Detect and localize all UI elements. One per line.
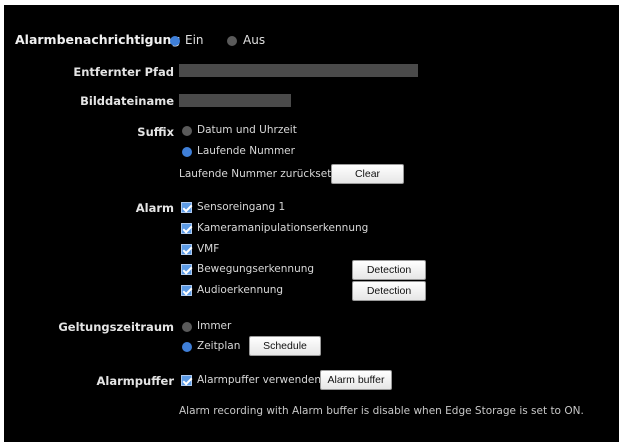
schedule-button[interactable]: Schedule (249, 336, 321, 356)
validity-label: Geltungszeitraum (58, 320, 174, 334)
audio-detection-checkbox[interactable] (181, 285, 192, 296)
alarm-buffer-checkbox[interactable] (181, 375, 192, 386)
notification-on-radio[interactable] (170, 36, 180, 46)
audio-detection-button[interactable]: Detection (352, 281, 426, 301)
settings-panel: Alarmbenachrichtigung Ein Aus Entfernter… (4, 5, 619, 442)
suffix-datetime-radio[interactable] (182, 126, 192, 136)
remote-path-label: Entfernter Pfad (73, 65, 174, 79)
motion-detection-checkbox[interactable] (181, 264, 192, 275)
vmf-label[interactable]: VMF (197, 243, 219, 255)
validity-schedule-label[interactable]: Zeitplan (197, 340, 240, 352)
motion-detection-button[interactable]: Detection (352, 260, 426, 280)
notification-label: Alarmbenachrichtigung (15, 32, 181, 47)
suffix-sequence-label[interactable]: Laufende Nummer (197, 145, 295, 157)
remote-path-input[interactable] (179, 64, 418, 77)
notification-off-label[interactable]: Aus (243, 33, 265, 47)
suffix-label: Suffix (137, 125, 174, 139)
image-filename-label: Bilddateiname (80, 94, 174, 108)
suffix-datetime-label[interactable]: Datum und Uhrzeit (197, 124, 297, 136)
vmf-checkbox[interactable] (181, 244, 192, 255)
alarm-buffer-button[interactable]: Alarm buffer (320, 370, 392, 390)
validity-always-label[interactable]: Immer (197, 320, 231, 332)
sensor-input-checkbox[interactable] (181, 202, 192, 213)
notification-off-radio[interactable] (227, 36, 237, 46)
audio-detection-label[interactable]: Audioerkennung (197, 284, 283, 296)
tamper-detection-label[interactable]: Kameramanipulationserkennung (197, 222, 368, 234)
alarm-buffer-checkbox-label[interactable]: Alarmpuffer verwenden (197, 374, 321, 386)
alarm-label: Alarm (135, 201, 174, 215)
clear-button[interactable]: Clear (331, 164, 404, 184)
sensor-input-label[interactable]: Sensoreingang 1 (197, 201, 285, 213)
notification-on-label[interactable]: Ein (185, 33, 204, 47)
alarm-buffer-note: Alarm recording with Alarm buffer is dis… (179, 405, 584, 417)
tamper-detection-checkbox[interactable] (181, 223, 192, 234)
sequence-reset-label: Laufende Nummer zurücksetzen (179, 168, 350, 180)
suffix-sequence-radio[interactable] (182, 147, 192, 157)
motion-detection-label[interactable]: Bewegungserkennung (197, 263, 314, 275)
image-filename-input[interactable] (179, 94, 291, 107)
validity-schedule-radio[interactable] (182, 342, 192, 352)
alarm-buffer-label: Alarmpuffer (96, 374, 174, 388)
validity-always-radio[interactable] (182, 322, 192, 332)
